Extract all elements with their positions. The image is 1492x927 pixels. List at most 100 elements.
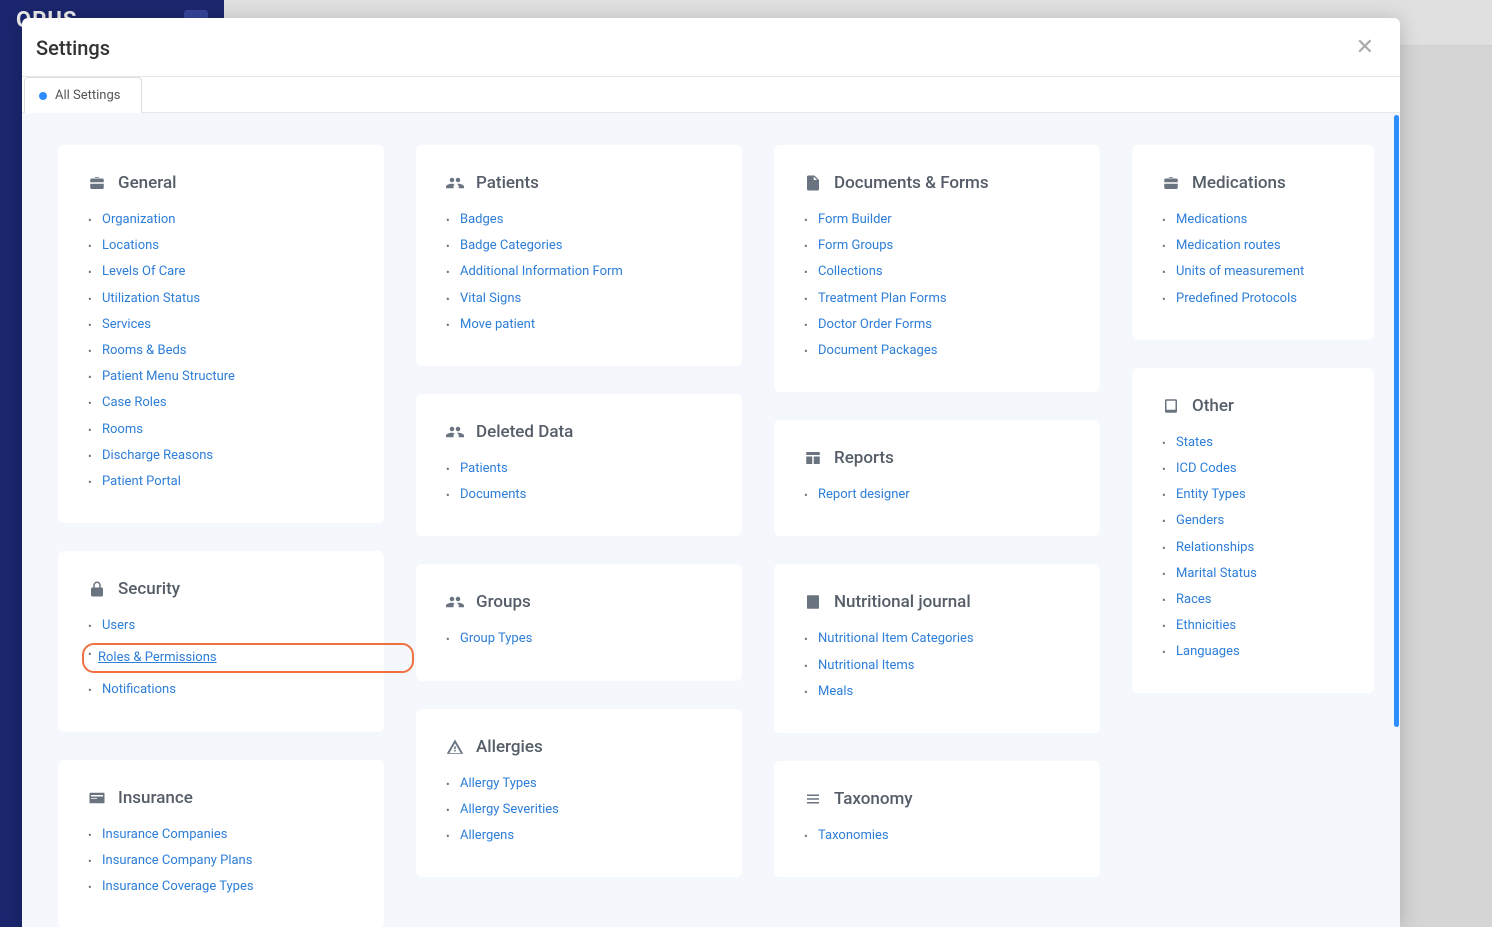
settings-link-item: Languages [1162,643,1344,661]
settings-link[interactable]: Additional Information Form [460,264,623,279]
card-other: Other StatesICD CodesEntity TypesGenders… [1132,368,1374,694]
briefcase-icon [1162,174,1180,192]
settings-link-item: Levels Of Care [88,263,354,281]
settings-link[interactable]: Badges [460,212,503,227]
settings-link-item: Patients [446,460,712,478]
settings-link-item: Patient Menu Structure [88,368,354,386]
settings-link[interactable]: Relationships [1176,540,1254,555]
scrollbar-thumb[interactable] [1394,115,1399,727]
settings-link[interactable]: Ethnicities [1176,618,1236,633]
settings-link[interactable]: Form Groups [818,238,893,253]
settings-link[interactable]: Move patient [460,317,535,332]
settings-link[interactable]: Case Roles [102,395,167,410]
settings-link[interactable]: States [1176,435,1213,450]
settings-link[interactable]: Medications [1176,212,1247,227]
settings-link[interactable]: Rooms [102,422,143,437]
card-title: Allergies [476,737,543,757]
settings-link-item: Rooms & Beds [88,342,354,360]
card-patients: Patients BadgesBadge CategoriesAdditiona… [416,145,742,366]
settings-link[interactable]: Units of measurement [1176,264,1304,279]
settings-link[interactable]: Collections [818,264,883,279]
settings-link[interactable]: Vital Signs [460,291,521,306]
settings-link[interactable]: Predefined Protocols [1176,291,1297,306]
settings-link[interactable]: Services [102,317,151,332]
settings-link[interactable]: Allergy Types [460,776,537,791]
settings-link[interactable]: Patient Portal [102,474,181,489]
settings-link-item: Relationships [1162,539,1344,557]
settings-link[interactable]: Languages [1176,644,1240,659]
settings-link[interactable]: Insurance Company Plans [102,853,252,868]
settings-link[interactable]: ICD Codes [1176,461,1237,476]
settings-link[interactable]: Taxonomies [818,828,889,843]
settings-link[interactable]: Genders [1176,513,1224,528]
card-title: Taxonomy [834,789,913,809]
settings-link[interactable]: Races [1176,592,1212,607]
settings-link[interactable]: Rooms & Beds [102,343,187,358]
settings-link[interactable]: Utilization Status [102,291,200,306]
settings-link[interactable]: Entity Types [1176,487,1246,502]
settings-link-item: Utilization Status [88,290,354,308]
link-list: Allergy Types Allergy Severities Allergens [446,775,712,846]
settings-link[interactable]: Notifications [102,682,176,697]
settings-link-item: Marital Status [1162,565,1344,583]
settings-link[interactable]: Marital Status [1176,566,1257,581]
settings-link-item: Genders [1162,512,1344,530]
settings-link-item: Allergens [446,827,712,845]
card-title: Nutritional journal [834,592,971,612]
warning-icon [446,738,464,756]
settings-link-item: Case Roles [88,394,354,412]
settings-link[interactable]: Document Packages [818,343,937,358]
tab-active-dot-icon [39,92,47,100]
settings-link[interactable]: Insurance Coverage Types [102,879,254,894]
settings-link[interactable]: Nutritional Items [818,658,915,673]
settings-link-item: Users [88,617,354,635]
settings-link-item: Vital Signs [446,290,712,308]
settings-link[interactable]: Insurance Companies [102,827,228,842]
settings-link[interactable]: Group Types [460,631,532,646]
settings-link-item: Badge Categories [446,237,712,255]
card-title: General [118,173,176,193]
settings-link-item: Patient Portal [88,473,354,491]
list-icon [804,790,822,808]
people-icon [446,423,464,441]
settings-link[interactable]: Medication routes [1176,238,1281,253]
card-deleted-data: Deleted Data PatientsDocuments [416,394,742,536]
briefcase-icon [88,174,106,192]
settings-link[interactable]: Report designer [818,487,910,502]
link-list: Insurance Companies Insurance Company Pla… [88,826,354,897]
settings-link[interactable]: Doctor Order Forms [818,317,932,332]
settings-link[interactable]: Treatment Plan Forms [818,291,947,306]
settings-link[interactable]: Patients [460,461,508,476]
card-title: Reports [834,448,894,468]
card-security: Security UsersRoles & PermissionsNotific… [58,551,384,732]
tab-all-settings[interactable]: All Settings [24,77,142,113]
settings-link-item: Doctor Order Forms [804,316,1070,334]
settings-link-item: Discharge Reasons [88,447,354,465]
settings-link[interactable]: Users [102,618,135,633]
settings-link[interactable]: Patient Menu Structure [102,369,235,384]
close-button[interactable]: ✕ [1352,37,1378,59]
link-list: Report designer [804,486,1070,504]
modal-header: Settings ✕ [22,18,1400,77]
settings-link[interactable]: Roles & Permissions [98,650,217,665]
settings-link-item: ICD Codes [1162,460,1344,478]
settings-link[interactable]: Meals [818,684,853,699]
settings-link[interactable]: Nutritional Item Categories [818,631,974,646]
settings-link[interactable]: Allergens [460,828,514,843]
settings-link-item: Badges [446,211,712,229]
settings-link[interactable]: Locations [102,238,159,253]
link-list: Nutritional Item Categories Nutritional I… [804,630,1070,701]
modal-body[interactable]: General Organization Locations Levels Of C… [22,113,1400,927]
settings-link[interactable]: Form Builder [818,212,892,227]
settings-link[interactable]: Discharge Reasons [102,448,213,463]
people-icon [446,593,464,611]
settings-link[interactable]: Organization [102,212,175,227]
settings-link-item: Documents [446,486,712,504]
settings-link[interactable]: Badge Categories [460,238,562,253]
lock-icon [88,580,106,598]
settings-link[interactable]: Levels Of Care [102,264,185,279]
settings-link[interactable]: Documents [460,487,526,502]
link-list: Badges Badge Categories Additional Informa… [446,211,712,334]
settings-link[interactable]: Allergy Severities [460,802,559,817]
settings-link-item: Treatment Plan Forms [804,290,1070,308]
